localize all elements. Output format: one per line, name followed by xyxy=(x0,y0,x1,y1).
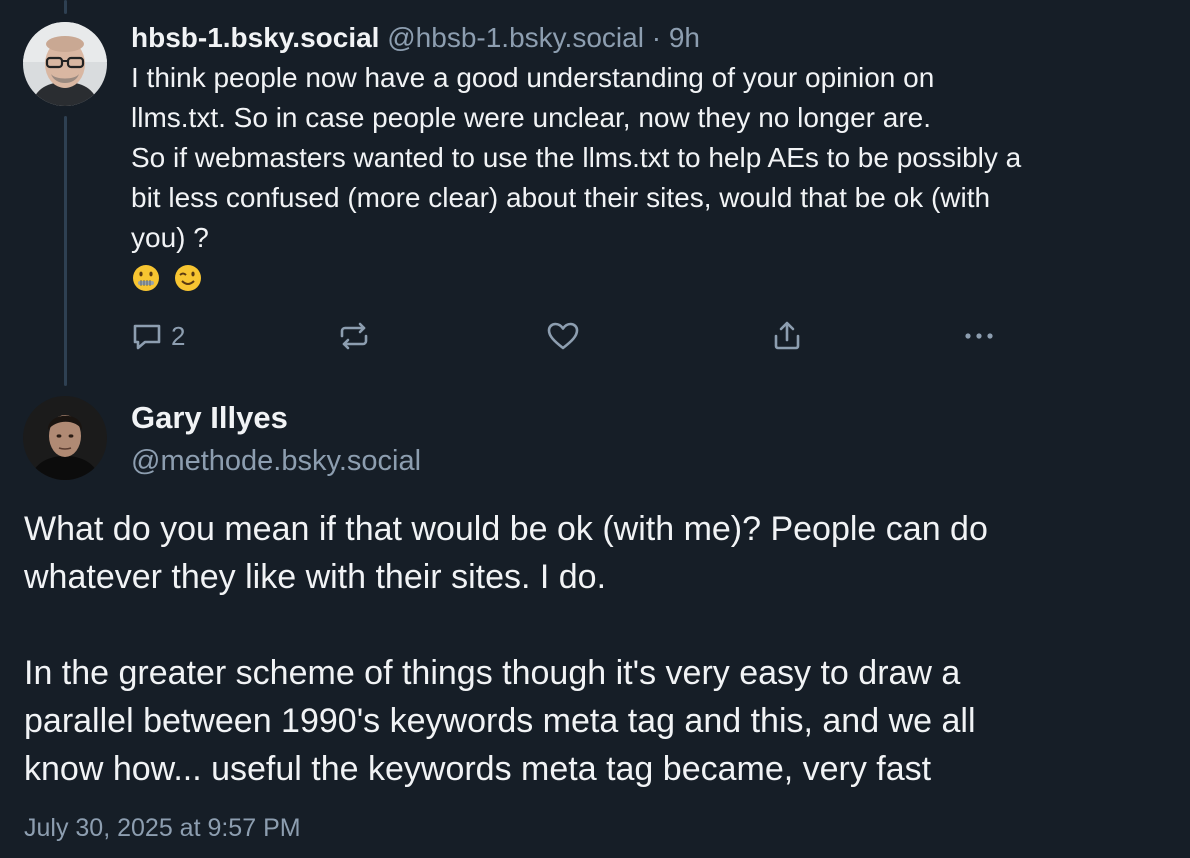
more-options-button[interactable] xyxy=(961,316,997,356)
header-separator: · xyxy=(643,22,669,53)
emoji-row xyxy=(131,262,1171,298)
post-actions: 2 xyxy=(131,316,1011,356)
thread-line-top xyxy=(64,0,67,14)
zipper-mouth-face-icon xyxy=(131,263,161,298)
reply-count: 2 xyxy=(171,320,186,351)
post-header: hbsb-1.bsky.social @hbsb-1.bsky.social ·… xyxy=(131,18,1171,58)
author-name[interactable]: Gary Illyes xyxy=(131,397,288,439)
more-options-icon xyxy=(961,320,997,352)
author-name[interactable]: hbsb-1.bsky.social xyxy=(131,22,379,53)
parent-post[interactable]: hbsb-1.bsky.social @hbsb-1.bsky.social ·… xyxy=(131,18,1171,298)
reply-icon xyxy=(131,320,163,352)
share-button[interactable] xyxy=(771,316,803,356)
reply-button[interactable]: 2 xyxy=(131,316,185,356)
post-time[interactable]: 9h xyxy=(669,22,700,53)
winking-face-icon xyxy=(173,263,203,298)
author-handle[interactable]: @hbsb-1.bsky.social xyxy=(387,22,644,53)
post-timestamp[interactable]: July 30, 2025 at 9:57 PM xyxy=(24,810,301,846)
avatar[interactable] xyxy=(23,22,107,106)
post-text: I think people now have a good understan… xyxy=(131,62,1022,253)
share-icon xyxy=(771,320,803,352)
repost-button[interactable] xyxy=(337,316,371,356)
author-handle[interactable]: @methode.bsky.social xyxy=(131,441,421,481)
avatar[interactable] xyxy=(23,396,107,480)
repost-icon xyxy=(337,320,371,352)
thread-line xyxy=(64,116,67,386)
like-button[interactable] xyxy=(546,316,580,356)
post-text: What do you mean if that would be ok (wi… xyxy=(24,510,988,788)
heart-icon xyxy=(546,320,580,352)
